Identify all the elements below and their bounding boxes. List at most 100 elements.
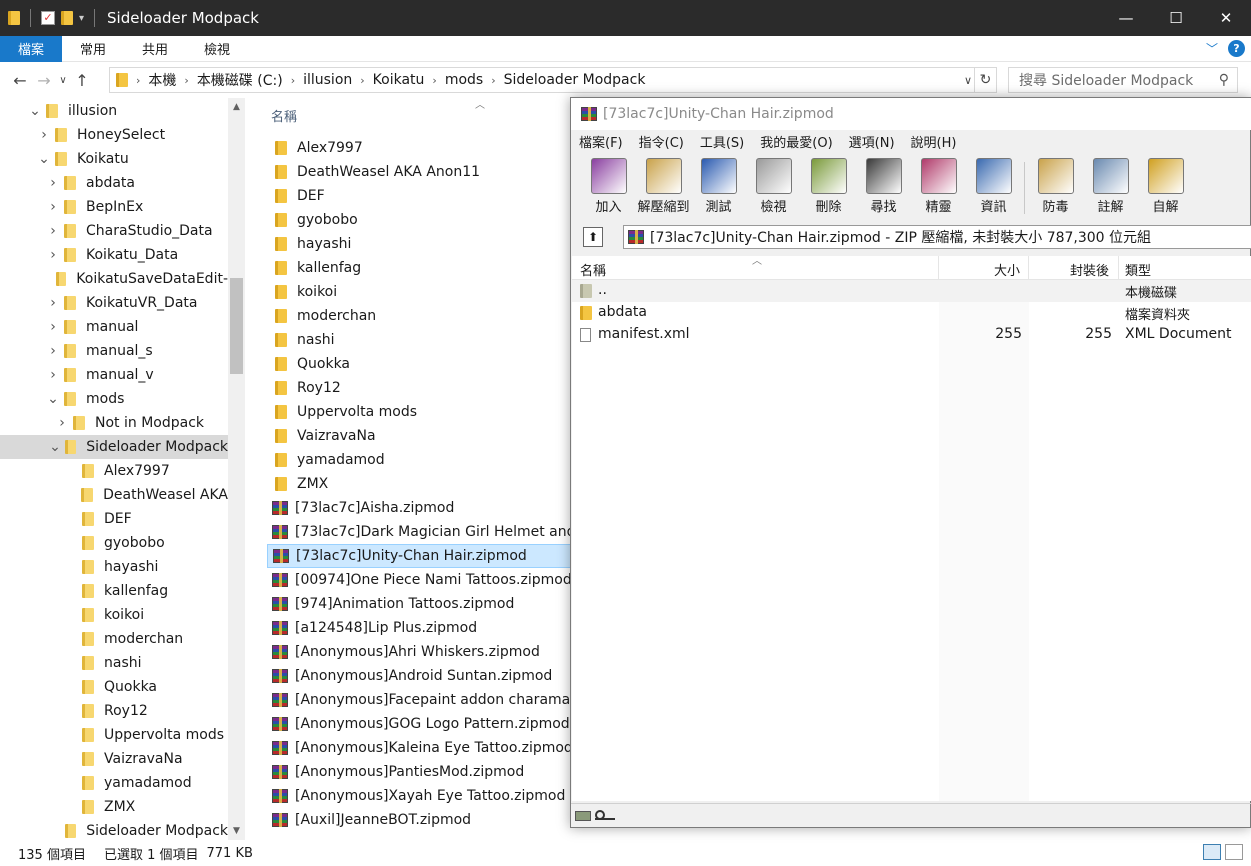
nav-item[interactable]: nashi — [0, 651, 228, 675]
file-list-item[interactable]: [73lac7c]Unity-Chan Hair.zipmod — [267, 544, 575, 568]
file-list-item[interactable]: [974]Animation Tattoos.zipmod — [267, 592, 575, 616]
toolbar-button[interactable]: 加入 — [581, 158, 636, 218]
menu-commands[interactable]: 指令(C) — [631, 132, 692, 154]
search-input[interactable]: 搜尋 Sideloader Modpack ⚲ — [1008, 67, 1238, 93]
address-dropdown-chevron-icon[interactable]: ∨ — [964, 74, 972, 87]
archive-row[interactable]: .. 本機磁碟 — [572, 280, 1251, 302]
file-list-item[interactable]: Alex7997 — [267, 136, 575, 160]
file-list-item[interactable]: [a124548]Lip Plus.zipmod — [267, 616, 575, 640]
breadcrumb-koikatu[interactable]: Koikatu — [369, 72, 429, 88]
breadcrumb-local-disk[interactable]: 本機磁碟 (C:) — [193, 70, 287, 90]
collapsed-chevron-icon[interactable]: › — [37, 127, 51, 143]
toolbar-button[interactable]: 資訊 — [966, 158, 1021, 218]
menu-favorites[interactable]: 我的最愛(O) — [752, 132, 840, 154]
file-list-item[interactable]: kallenfag — [267, 256, 575, 280]
nav-item[interactable]: › manual_v — [0, 363, 228, 387]
archive-row[interactable]: manifest.xml 255 255 XML Document — [572, 324, 1251, 346]
file-list-item[interactable]: moderchan — [267, 304, 575, 328]
menu-help[interactable]: 說明(H) — [903, 132, 965, 154]
expanded-chevron-icon[interactable]: ⌄ — [49, 439, 61, 455]
file-list-item[interactable]: [Auxil]JeanneBOT.zipmod — [267, 808, 575, 832]
file-list-item[interactable]: hayashi — [267, 232, 575, 256]
file-list-item[interactable]: [Anonymous]Facepaint addon charamake — [267, 688, 575, 712]
nav-item[interactable]: ZMX — [0, 795, 228, 819]
nav-item[interactable]: Alex7997 — [0, 459, 228, 483]
toolbar-button[interactable]: 尋找 — [856, 158, 911, 218]
menu-options[interactable]: 選項(N) — [841, 132, 903, 154]
nav-item[interactable]: › abdata — [0, 171, 228, 195]
nav-item[interactable]: › manual_s — [0, 339, 228, 363]
collapsed-chevron-icon[interactable]: › — [46, 343, 60, 359]
file-list-item[interactable]: DEF — [267, 184, 575, 208]
nav-item[interactable]: Quokka — [0, 675, 228, 699]
scroll-up-arrow-icon[interactable]: ▲ — [228, 102, 245, 112]
collapsed-chevron-icon[interactable]: › — [46, 175, 60, 191]
file-list-item[interactable]: nashi — [267, 328, 575, 352]
collapsed-chevron-icon[interactable]: › — [46, 223, 60, 239]
large-icons-view-icon[interactable] — [1225, 844, 1243, 860]
drive-icon[interactable] — [575, 810, 591, 821]
nav-item[interactable]: › Koikatu_Data — [0, 243, 228, 267]
nav-item[interactable]: DEF — [0, 507, 228, 531]
file-list-item[interactable]: [Anonymous]GOG Logo Pattern.zipmod — [267, 712, 575, 736]
toolbar-button[interactable]: 檢視 — [746, 158, 801, 218]
archive-row[interactable]: abdata 檔案資料夾 — [572, 302, 1251, 324]
help-icon[interactable]: ? — [1228, 40, 1245, 57]
nav-item[interactable]: › manual — [0, 315, 228, 339]
nav-item[interactable]: VaizravaNa — [0, 747, 228, 771]
file-list-item[interactable]: [73lac7c]Aisha.zipmod — [267, 496, 575, 520]
nav-item[interactable]: ⌄ illusion — [0, 99, 228, 123]
nav-item[interactable]: › BepInEx — [0, 195, 228, 219]
toolbar-button[interactable]: 自解 — [1138, 158, 1193, 218]
file-list-item[interactable]: Uppervolta mods — [267, 400, 575, 424]
nav-item[interactable]: moderchan — [0, 627, 228, 651]
nav-item[interactable]: DeathWeasel AKA — [0, 483, 228, 507]
column-header-name[interactable]: 名稱 — [580, 260, 606, 279]
address-bar[interactable]: › 本機 › 本機磁碟 (C:) › illusion › Koikatu › … — [109, 67, 997, 93]
file-list-item[interactable]: VaizravaNa — [267, 424, 575, 448]
collapsed-chevron-icon[interactable]: › — [46, 295, 60, 311]
up-folder-icon[interactable]: ⬆ — [583, 227, 603, 247]
minimize-button[interactable]: — — [1101, 0, 1151, 36]
file-list-item[interactable]: DeathWeasel AKA Anon11 — [267, 160, 575, 184]
nav-item[interactable]: Roy12 — [0, 699, 228, 723]
toolbar-button[interactable]: 註解 — [1083, 158, 1138, 218]
nav-item[interactable]: Uppervolta mods — [0, 723, 228, 747]
column-header-type[interactable]: 類型 — [1125, 260, 1151, 279]
nav-item[interactable]: koikoi — [0, 603, 228, 627]
toolbar-button[interactable]: 測試 — [691, 158, 746, 218]
recent-locations-chevron-icon[interactable]: ∨ — [56, 75, 70, 86]
tab-file[interactable]: 檔案 — [0, 35, 63, 62]
properties-check-icon[interactable]: ✓ — [41, 11, 55, 25]
customize-chevron-icon[interactable]: ▾ — [79, 13, 84, 24]
nav-item[interactable]: › KoikatuVR_Data — [0, 291, 228, 315]
file-list-item[interactable]: [00974]One Piece Nami Tattoos.zipmod — [267, 568, 575, 592]
tab-view[interactable]: 檢視 — [186, 36, 248, 62]
nav-item[interactable]: › CharaStudio_Data — [0, 219, 228, 243]
collapsed-chevron-icon[interactable]: › — [55, 415, 69, 431]
refresh-icon[interactable]: ↻ — [974, 68, 996, 92]
expand-ribbon-chevron-icon[interactable]: ﹀ — [1206, 40, 1218, 57]
tab-home[interactable]: 常用 — [62, 36, 124, 62]
file-list-item[interactable]: ZMX — [267, 472, 575, 496]
nav-item[interactable]: ⌄ Sideloader Modpack — [0, 435, 228, 459]
collapsed-chevron-icon[interactable]: › — [46, 247, 60, 263]
up-arrow-icon[interactable]: ↑ — [70, 71, 94, 90]
tab-share[interactable]: 共用 — [124, 36, 186, 62]
breadcrumb-mods[interactable]: mods — [441, 72, 487, 88]
scroll-down-arrow-icon[interactable]: ▼ — [228, 826, 245, 836]
collapsed-chevron-icon[interactable]: › — [46, 199, 60, 215]
file-list-item[interactable]: [Anonymous]PantiesMod.zipmod — [267, 760, 575, 784]
expanded-chevron-icon[interactable]: ⌄ — [28, 103, 42, 119]
file-list-item[interactable]: Quokka — [267, 352, 575, 376]
scrollbar-thumb[interactable] — [230, 278, 243, 374]
file-list-item[interactable]: [Anonymous]Android Suntan.zipmod — [267, 664, 575, 688]
file-list-item[interactable]: yamadamod — [267, 448, 575, 472]
file-list-item[interactable]: [Anonymous]Ahri Whiskers.zipmod — [267, 640, 575, 664]
close-button[interactable]: ✕ — [1201, 0, 1251, 36]
menu-file[interactable]: 檔案(F) — [571, 132, 631, 154]
nav-item[interactable]: Sideloader Modpack — [0, 819, 228, 840]
nav-item[interactable]: yamadamod — [0, 771, 228, 795]
nav-item[interactable]: gyobobo — [0, 531, 228, 555]
key-icon[interactable] — [595, 809, 615, 820]
